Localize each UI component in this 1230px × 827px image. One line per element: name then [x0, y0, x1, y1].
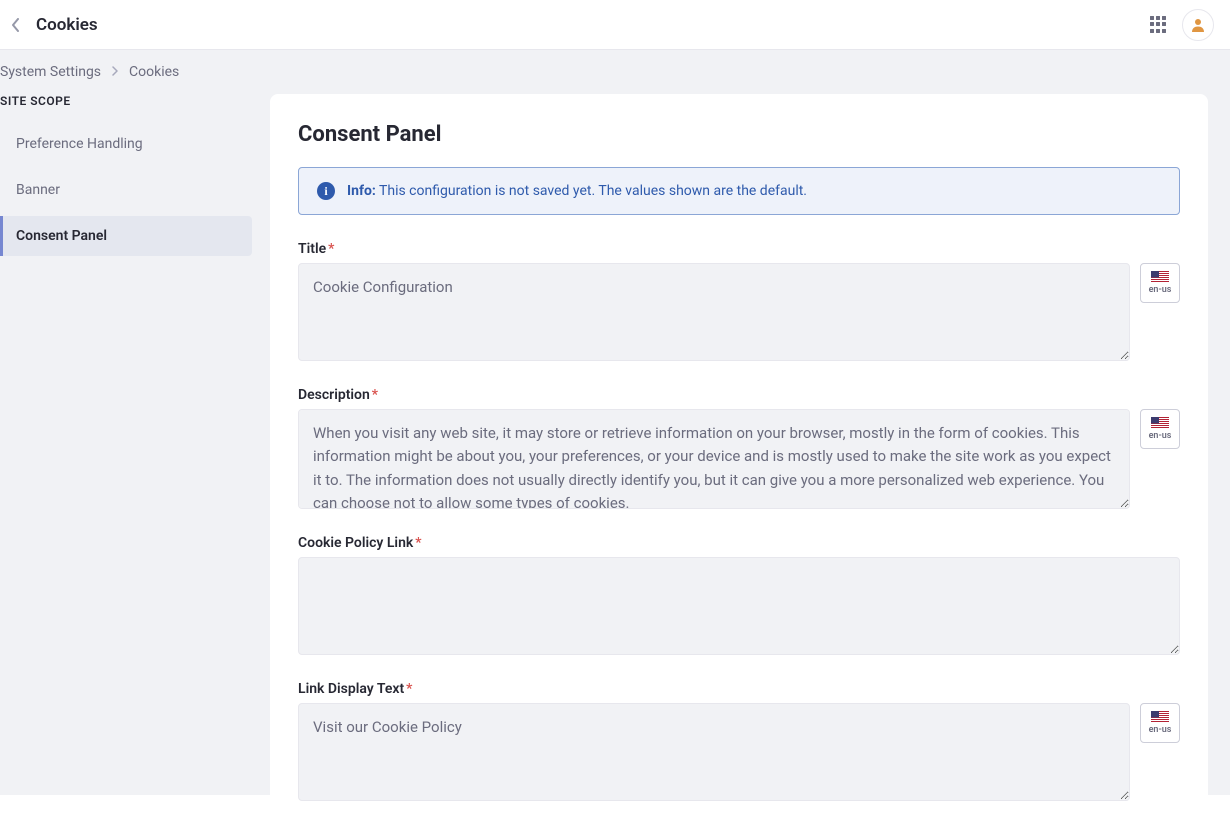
form-row-description: Description* en-us	[298, 387, 1180, 509]
field-row: en-us	[298, 703, 1180, 801]
cookie-policy-link-label: Cookie Policy Link*	[298, 535, 1180, 551]
info-icon: i	[317, 182, 335, 200]
required-marker: *	[406, 681, 412, 697]
required-marker: *	[372, 387, 378, 403]
sidebar: SITE SCOPE Preference Handling Banner Co…	[0, 94, 270, 262]
required-marker: *	[415, 535, 421, 551]
field-row	[298, 557, 1180, 655]
apps-icon[interactable]	[1150, 16, 1168, 34]
lang-code: en-us	[1149, 285, 1172, 295]
breadcrumb-parent[interactable]: System Settings	[0, 64, 101, 80]
page-title: Cookies	[36, 15, 98, 35]
lang-code: en-us	[1149, 431, 1172, 441]
label-text: Link Display Text	[298, 681, 404, 697]
link-display-text-label: Link Display Text*	[298, 681, 1180, 697]
title-label: Title*	[298, 241, 1180, 257]
form-row-cookie-policy-link: Cookie Policy Link*	[298, 535, 1180, 655]
sidebar-item-consent-panel[interactable]: Consent Panel	[0, 216, 252, 256]
back-button[interactable]	[4, 13, 28, 37]
breadcrumb-current[interactable]: Cookies	[129, 64, 179, 80]
top-header-left: Cookies	[4, 13, 98, 37]
chevron-right-icon	[111, 65, 119, 79]
sidebar-heading: SITE SCOPE	[0, 94, 252, 108]
card-title: Consent Panel	[298, 122, 1180, 147]
sidebar-item-preference-handling[interactable]: Preference Handling	[0, 124, 252, 164]
user-icon	[1190, 17, 1206, 33]
sidebar-item-banner[interactable]: Banner	[0, 170, 252, 210]
flag-us-icon	[1151, 417, 1169, 429]
title-input[interactable]	[298, 263, 1130, 361]
top-header: Cookies	[0, 0, 1230, 50]
main-card: Consent Panel i Info: This configuration…	[270, 94, 1208, 827]
label-text: Title	[298, 241, 326, 257]
description-input[interactable]	[298, 409, 1130, 509]
field-row: en-us	[298, 409, 1180, 509]
info-banner: i Info: This configuration is not saved …	[298, 167, 1180, 215]
content-row: SITE SCOPE Preference Handling Banner Co…	[0, 94, 1230, 827]
description-label: Description*	[298, 387, 1180, 403]
language-button-description[interactable]: en-us	[1140, 409, 1180, 449]
top-header-right	[1150, 9, 1214, 41]
breadcrumb: System Settings Cookies	[0, 50, 1230, 94]
required-marker: *	[328, 241, 334, 257]
info-text: Info: This configuration is not saved ye…	[347, 183, 807, 199]
flag-us-icon	[1151, 711, 1169, 723]
form-row-title: Title* en-us	[298, 241, 1180, 361]
sidebar-item-label: Preference Handling	[16, 136, 143, 152]
label-text: Description	[298, 387, 370, 403]
form-row-link-display-text: Link Display Text* en-us	[298, 681, 1180, 801]
language-button-link-display-text[interactable]: en-us	[1140, 703, 1180, 743]
info-message: This configuration is not saved yet. The…	[379, 183, 807, 199]
user-avatar-button[interactable]	[1182, 9, 1214, 41]
link-display-text-input[interactable]	[298, 703, 1130, 801]
sidebar-item-label: Consent Panel	[16, 228, 107, 244]
flag-us-icon	[1151, 271, 1169, 283]
field-row: en-us	[298, 263, 1180, 361]
lang-code: en-us	[1149, 725, 1172, 735]
chevron-left-icon	[11, 18, 21, 32]
language-button-title[interactable]: en-us	[1140, 263, 1180, 303]
label-text: Cookie Policy Link	[298, 535, 413, 551]
info-prefix: Info:	[347, 183, 376, 199]
body-area: System Settings Cookies SITE SCOPE Prefe…	[0, 50, 1230, 795]
cookie-policy-link-input[interactable]	[298, 557, 1180, 655]
sidebar-item-label: Banner	[16, 182, 60, 198]
